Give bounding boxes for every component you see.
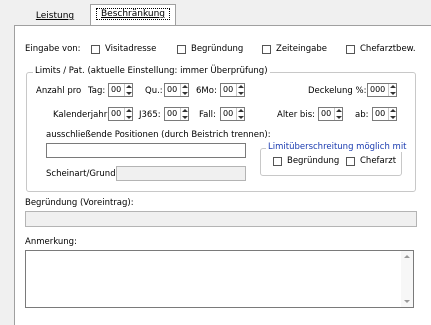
fall-spin-arrows[interactable] [236,108,244,120]
qu-value: 00 [167,85,178,94]
checkbox-limit-chefarzt-label: Chefarzt [360,156,397,166]
checkbox-chefarztbew[interactable] [346,45,355,54]
anmerkung-textarea[interactable] [25,250,414,308]
ab-spinner[interactable]: 00 [372,107,397,121]
ab-value: 00 [375,109,386,118]
checkbox-zeiteingabe-label: Zeiteingabe [276,44,327,54]
scheinart-input[interactable] [116,166,246,181]
scheinart-label: Scheinart/Grund: [46,169,119,179]
checkbox-limit-chefarzt[interactable] [346,157,355,166]
qu-spin-arrows[interactable] [180,84,188,96]
alter-bis-spin-arrows[interactable] [334,108,342,120]
limitueberschreitung-legend: Limitüberschreitung möglich mit [266,142,409,152]
scroll-down-icon[interactable] [404,300,410,303]
tab-leistung-label: Leistung [35,11,75,21]
tab-beschraenkung[interactable]: Beschränkung [90,4,176,26]
tag-value: 00 [111,85,122,94]
kalenderjahr-spinner[interactable]: 00 [108,107,133,121]
fall-value: 00 [223,109,234,118]
tab-leistung[interactable]: Leistung [22,8,88,26]
anzahl-pro-label: Anzahl pro [36,86,82,96]
checkbox-visitadresse-label: Visitadresse [105,44,157,54]
checkbox-limit-begruendung-label: Begründung [287,156,340,166]
limits-legend: Limits / Pat. (aktuelle Einstellung: imm… [33,66,270,76]
tag-spin-arrows[interactable] [124,84,132,96]
alter-bis-value: 00 [321,109,332,118]
tag-label: Tag: [88,86,106,96]
tab-beschraenkung-label: Beschränkung [100,9,166,19]
j365-spinner[interactable]: 00 [164,107,189,121]
checkbox-begruendung[interactable] [177,45,186,54]
begruendung-voreintrag-input[interactable] [25,211,417,227]
positionen-label: ausschließende Positionen (durch Beistri… [46,130,271,140]
j365-label: J365: [139,110,161,120]
fall-label: Fall: [199,110,216,120]
checkbox-begruendung-label: Begründung [191,44,244,54]
alter-bis-spinner[interactable]: 00 [318,107,343,121]
begruendung-voreintrag-label: Begründung (Voreintrag): [25,198,134,208]
ab-spin-arrows[interactable] [388,108,396,120]
kalenderjahr-spin-arrows[interactable] [124,108,132,120]
deckelung-label: Deckelung %: [308,86,367,96]
j365-value: 00 [167,109,178,118]
fall-spinner[interactable]: 00 [220,107,245,121]
kalenderjahr-label: Kalenderjahr: [53,110,110,120]
qu-label: Qu.: [145,86,163,96]
deckelung-value: 000 [370,85,386,94]
6mo-value: 00 [223,85,234,94]
6mo-spinner[interactable]: 00 [220,83,245,97]
alter-bis-label: Alter bis: [277,110,315,120]
kalenderjahr-value: 00 [111,109,122,118]
6mo-label: 6Mo: [196,86,217,96]
anmerkung-scrollbar[interactable] [401,251,413,307]
eingabe-label: Eingabe von: [25,44,81,54]
deckelung-spinner[interactable]: 000 [367,83,397,97]
j365-spin-arrows[interactable] [180,108,188,120]
deckelung-spin-arrows[interactable] [388,84,396,96]
checkbox-zeiteingabe[interactable] [262,45,271,54]
ab-label: ab: [355,110,369,120]
checkbox-chefarztbew-label: Chefarztbew. [360,44,416,54]
anmerkung-label: Anmerkung: [25,237,77,247]
checkbox-visitadresse[interactable] [91,45,100,54]
tag-spinner[interactable]: 00 [108,83,133,97]
6mo-spin-arrows[interactable] [236,84,244,96]
tab-bar: Leistung Beschränkung [0,0,431,26]
positionen-input[interactable] [46,143,246,158]
qu-spinner[interactable]: 00 [164,83,189,97]
scroll-up-icon[interactable] [404,255,410,258]
checkbox-limit-begruendung[interactable] [273,157,282,166]
